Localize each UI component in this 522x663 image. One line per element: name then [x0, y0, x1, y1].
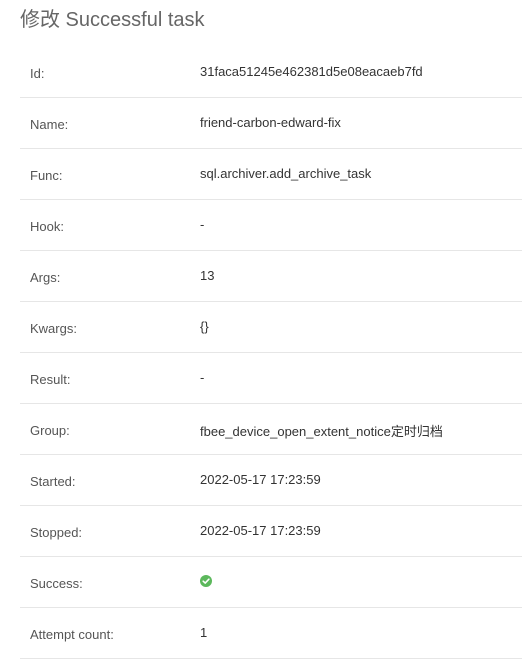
field-value-started: 2022-05-17 17:23:59: [200, 472, 321, 487]
check-circle-icon: [200, 575, 212, 587]
field-value-group: fbee_device_open_extent_notice定时归档: [200, 424, 443, 439]
field-row-args: Args: 13: [20, 251, 522, 302]
field-row-attempt-count: Attempt count: 1: [20, 608, 522, 659]
field-label-attempt-count: Attempt count:: [30, 627, 114, 642]
field-row-result: Result: -: [20, 353, 522, 404]
field-value-stopped: 2022-05-17 17:23:59: [200, 523, 321, 538]
field-row-group: Group: fbee_device_open_extent_notice定时归…: [20, 404, 522, 455]
field-label-func: Func:: [30, 168, 63, 183]
field-value-result: -: [200, 370, 205, 385]
field-label-id: Id:: [30, 66, 45, 81]
field-value-success: [200, 574, 212, 589]
field-label-started: Started:: [30, 474, 76, 489]
field-label-hook: Hook:: [30, 219, 64, 234]
field-value-hook: -: [200, 217, 205, 232]
field-row-stopped: Stopped: 2022-05-17 17:23:59: [20, 506, 522, 557]
field-label-name: Name:: [30, 117, 69, 132]
field-label-args: Args:: [30, 270, 61, 285]
field-label-stopped: Stopped:: [30, 525, 83, 540]
field-label-kwargs: Kwargs:: [30, 321, 77, 336]
field-value-name: friend-carbon-edward-fix: [200, 115, 341, 130]
page-title: 修改 Successful task: [20, 9, 205, 31]
field-row-name: Name: friend-carbon-edward-fix: [20, 98, 522, 149]
field-value-kwargs: {}: [200, 319, 209, 334]
field-row-kwargs: Kwargs: {}: [20, 302, 522, 353]
field-row-id: Id: 31faca51245e462381d5e08eacaeb7fd: [20, 47, 522, 98]
field-value-func: sql.archiver.add_archive_task: [200, 166, 372, 181]
field-value-attempt-count: 1: [200, 625, 208, 640]
field-row-success: Success:: [20, 557, 522, 608]
field-row-hook: Hook: -: [20, 200, 522, 251]
field-label-success: Success:: [30, 576, 83, 591]
field-row-func: Func: sql.archiver.add_archive_task: [20, 149, 522, 200]
field-row-started: Started: 2022-05-17 17:23:59: [20, 455, 522, 506]
task-detail-list: Id: 31faca51245e462381d5e08eacaeb7fd Nam…: [20, 47, 522, 659]
field-label-result: Result:: [30, 372, 71, 387]
field-value-args: 13: [200, 268, 215, 283]
field-value-id: 31faca51245e462381d5e08eacaeb7fd: [200, 64, 423, 79]
field-label-group: Group:: [30, 423, 70, 438]
